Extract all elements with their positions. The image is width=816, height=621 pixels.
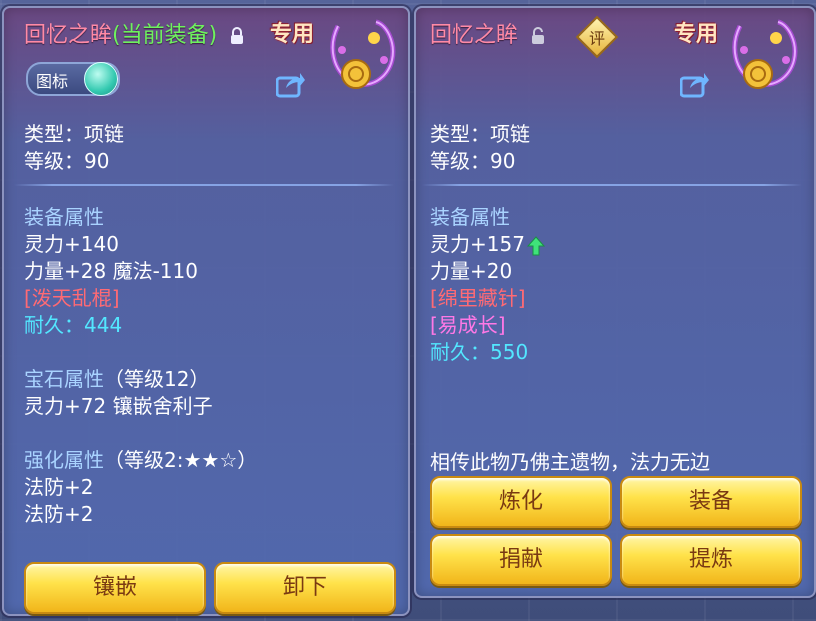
divider [422, 184, 802, 186]
durability-label: 耐久： [24, 313, 84, 337]
unequip-button[interactable]: 卸下 [214, 562, 396, 614]
lock-open-icon [531, 27, 545, 45]
divider [14, 184, 394, 186]
item-type: 类型：项链 [430, 122, 530, 146]
special-effect: [泼天乱棍] [24, 286, 120, 310]
lock-closed-icon [230, 27, 244, 45]
review-label: 评 [588, 29, 605, 48]
necklace-item-icon [322, 16, 398, 96]
durability-label: 耐久： [430, 340, 490, 364]
item-type: 类型：项链 [24, 122, 124, 146]
refine-button[interactable]: 炼化 [430, 476, 612, 528]
gem-attr-row: 宝石属性（等级12） [24, 366, 209, 393]
durability: 耐久：444 [24, 312, 122, 339]
share-icon[interactable] [275, 70, 306, 98]
exclusive-tag: 专用 [270, 22, 315, 47]
stat-spirit: 灵力+140 [24, 232, 119, 256]
item-title: 回忆之眸(当前装备) [24, 17, 244, 49]
enhance-attr-header: 强化属性 [24, 448, 104, 472]
item-title: 回忆之眸 [430, 17, 545, 49]
icon-toggle-label: 图标 [36, 72, 69, 91]
equip-attr-header: 装备属性 [24, 205, 104, 229]
enhance-stat-1: 法防+2 [24, 475, 94, 499]
equipped-status: (当前装备) [112, 23, 218, 48]
extract-button[interactable]: 提炼 [620, 534, 802, 586]
equip-button[interactable]: 装备 [620, 476, 802, 528]
item-name: 回忆之眸 [430, 23, 519, 48]
compared-item-tooltip: 回忆之眸 评 专用 类型：项链 等级：90 装备属性 灵力+157 力量+20 … [414, 6, 816, 598]
donate-button[interactable]: 捐献 [430, 534, 612, 586]
inlay-button[interactable]: 镶嵌 [24, 562, 206, 614]
stat-spirit-row: 灵力+157 [430, 231, 546, 258]
equip-attr-header: 装备属性 [430, 205, 510, 229]
toggle-knob[interactable] [84, 62, 118, 96]
item-level: 等级：90 [430, 149, 516, 173]
item-level: 等级：90 [24, 149, 110, 173]
icon-toggle[interactable]: 图标 [26, 62, 120, 96]
gem-attr-header: 宝石属性 [24, 367, 104, 391]
enhance-level: （等级2:★★☆） [104, 448, 258, 472]
stat-strength-magic: 力量+28 魔法-110 [24, 259, 198, 283]
stat-strength: 力量+20 [430, 259, 513, 283]
durability: 耐久：550 [430, 339, 528, 366]
durability-value: 550 [490, 340, 529, 364]
durability-value: 444 [84, 313, 123, 337]
flavor-text: 相传此物乃佛主遗物，法力无边 [430, 450, 710, 474]
equipped-item-tooltip: 回忆之眸(当前装备) 专用 图标 类型：项链 等级：90 装备属性 灵力+140… [2, 6, 410, 616]
enhance-attr-row: 强化属性（等级2:★★☆） [24, 447, 257, 474]
gem-level: （等级12） [104, 367, 210, 391]
special-effect-2: [易成长] [430, 313, 506, 337]
share-icon[interactable] [679, 70, 710, 98]
exclusive-tag: 专用 [674, 22, 719, 47]
gem-stat: 灵力+72 镶嵌舍利子 [24, 394, 213, 418]
arrow-up-icon [526, 235, 546, 256]
stat-spirit: 灵力+157 [430, 232, 525, 256]
special-effect-1: [绵里藏针] [430, 286, 526, 310]
necklace-item-icon [724, 16, 800, 96]
item-name: 回忆之眸 [24, 23, 113, 48]
enhance-stat-2: 法防+2 [24, 502, 94, 526]
